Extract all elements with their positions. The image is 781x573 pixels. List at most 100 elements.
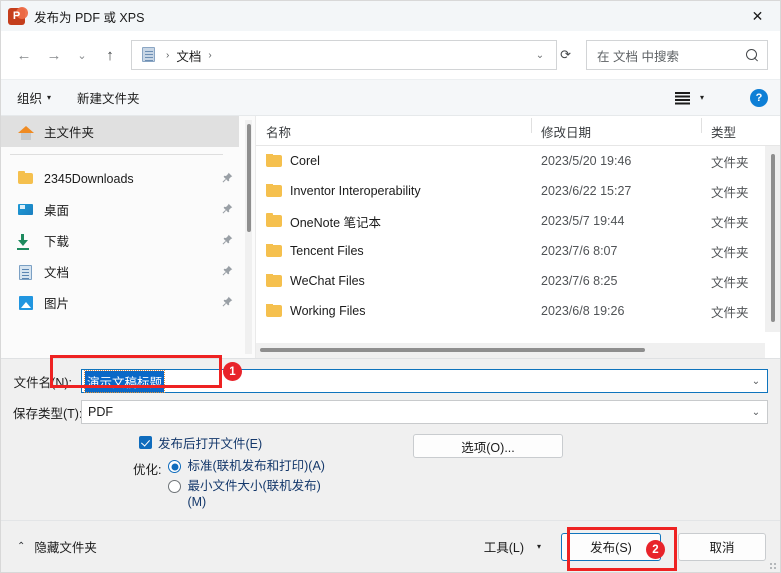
powerpoint-icon: P [8,6,28,25]
file-name-label: Corel [290,154,320,168]
optimize-standard-radio[interactable]: 标准(联机发布和打印)(A) [168,458,337,474]
column-header-name[interactable]: 名称 [256,122,531,141]
checkbox-checked-icon [139,436,152,449]
table-row[interactable]: OneNote 笔记本 2023/5/7 19:44 文件夹 [256,206,780,236]
pin-icon[interactable] [222,172,233,186]
chevron-down-icon[interactable]: ⌄ [745,370,767,392]
pin-icon[interactable] [222,296,233,310]
table-row[interactable]: WeChat Files 2023/7/6 8:25 文件夹 [256,266,780,296]
file-name-cell: Inventor Interoperability [256,184,531,198]
table-row[interactable]: Tencent Files 2023/7/6 8:07 文件夹 [256,236,780,266]
filename-input[interactable]: 演示文稿标题 ⌄ [81,369,768,393]
home-icon [17,123,35,141]
table-row[interactable]: Inventor Interoperability 2023/6/22 15:2… [256,176,780,206]
open-after-publish-checkbox[interactable]: 发布后打开文件(E) [139,433,393,452]
resize-grip[interactable] [767,560,777,570]
search-placeholder: 在 文档 中搜索 [597,49,679,64]
chevron-down-icon: ▾ [699,93,704,102]
sidebar-item-pictures[interactable]: 图片 [1,287,255,318]
table-row[interactable]: Working Files 2023/6/8 19:26 文件夹 [256,296,780,326]
horizontal-scrollbar-thumb[interactable] [260,348,645,352]
file-name-label: WeChat Files [290,274,365,288]
search-input[interactable]: 在 文档 中搜索 [586,40,768,70]
optimize-group: 优化: 标准(联机发布和打印)(A) 最小文件大小(联机发布)(M) [133,458,393,514]
breadcrumb-folder[interactable]: 文档 [174,46,203,65]
folder-icon [266,274,282,287]
table-row[interactable]: Corel 2023/5/20 19:46 文件夹 [256,146,780,176]
organize-button[interactable]: 组织 ▾ [17,88,51,107]
title-bar: P 发布为 PDF 或 XPS ✕ [1,1,780,31]
breadcrumb-separator-1: › [166,49,170,61]
help-icon[interactable]: ? [750,88,768,107]
file-name-cell: Corel [256,154,531,168]
filename-label: 文件名(N): [13,375,72,390]
navigation-pane: 主文件夹 2345Downloads 桌面 下载 文档 图片 [1,116,256,358]
publish-options-right: 选项(O)... [393,433,768,458]
column-headers: 名称 修改日期 类型 [256,116,780,146]
sidebar-item-home[interactable]: 主文件夹 [1,116,239,147]
desktop-icon [17,201,35,219]
chevron-down-icon: ▾ [47,93,52,102]
recent-locations-button[interactable]: ⌄ [69,40,95,70]
hide-folders-button[interactable]: ⌃ 隐藏文件夹 [17,537,97,556]
sidebar-item-2345downloads[interactable]: 2345Downloads [1,163,255,194]
annotation-badge-2: 2 [646,540,665,559]
options-button[interactable]: 选项(O)... [413,434,563,458]
refresh-icon[interactable]: ⟳ [557,47,578,63]
open-after-publish-label: 发布后打开文件(E) [158,437,263,451]
sidebar-item-label: 文档 [44,266,70,280]
file-rows: Corel 2023/5/20 19:46 文件夹 Inventor Inter… [256,146,780,343]
file-name-cell: OneNote 笔记本 [256,212,531,231]
radio-selected-icon [168,460,182,473]
address-bar[interactable]: › 文档 › ⌄ [131,40,558,70]
optimize-label: 优化: [133,463,162,477]
filename-row: 文件名(N): 演示文稿标题 ⌄ [13,369,768,393]
filetype-value: PDF [88,405,113,419]
back-button[interactable]: ← [9,40,39,70]
tools-button[interactable]: 工具(L) ▾ [484,537,541,556]
download-icon [16,232,35,250]
file-date-cell: 2023/5/20 19:46 [541,154,632,168]
file-name-cell: Working Files [256,304,531,318]
save-options-panel: 文件名(N): 演示文稿标题 ⌄ 保存类型(T): PDF ⌄ 发布后打开文件(… [1,358,780,520]
close-icon[interactable]: ✕ [735,1,780,31]
sidebar-item-documents[interactable]: 文档 [1,256,255,287]
vertical-scrollbar-thumb[interactable] [771,154,775,322]
sidebar-item-desktop[interactable]: 桌面 [1,194,255,225]
chevron-down-icon[interactable]: ⌄ [745,401,767,423]
sidebar-item-downloads[interactable]: 下载 [1,225,255,256]
chevron-down-icon[interactable]: ⌄ [528,50,552,61]
documents-icon [140,47,156,63]
up-button[interactable]: ↑ [95,40,125,70]
breadcrumb-separator-2[interactable]: › [203,50,216,61]
cancel-button[interactable]: 取消 [678,532,766,561]
sidebar-scrollbar-thumb[interactable] [247,124,251,232]
column-header-date[interactable]: 修改日期 [531,118,701,141]
pin-icon[interactable] [222,234,233,248]
forward-button[interactable]: → [39,40,69,70]
publish-pdf-dialog: P 发布为 PDF 或 XPS ✕ ← → ⌄ ↑ › 文档 › ⌄ ⟳ 在 文… [0,0,781,573]
optimize-minimum-radio[interactable]: 最小文件大小(联机发布)(M) [168,478,337,510]
folder-icon [17,170,35,188]
publish-options: 发布后打开文件(E) 优化: 标准(联机发布和打印)(A) 最小文件大小(联机发… [13,433,768,514]
file-list-horizontal-scrollbar[interactable] [256,343,765,358]
file-date-cell: 2023/6/8 19:26 [541,304,625,318]
filetype-select[interactable]: PDF ⌄ [81,400,768,424]
browser-body: 主文件夹 2345Downloads 桌面 下载 文档 图片 名称 修改日期 类… [1,115,780,358]
file-date-cell: 2023/6/22 15:27 [541,184,632,198]
column-header-type[interactable]: 类型 [701,118,780,141]
pictures-icon [17,294,35,312]
view-options-button[interactable]: ▾ [674,91,704,104]
optimize-minimum-label: 最小文件大小(联机发布)(M) [187,479,321,509]
file-name-cell: WeChat Files [256,274,531,288]
folder-icon [266,154,282,167]
pin-icon[interactable] [222,265,233,279]
pin-icon[interactable] [222,203,233,217]
sidebar-divider [10,154,223,155]
filetype-label: 保存类型(T): [13,406,83,421]
annotation-badge-1: 1 [223,362,242,381]
file-list: ⌃ 名称 修改日期 类型 Corel 2023/5/20 19:46 文件夹 [256,116,780,358]
new-folder-button[interactable]: 新建文件夹 [77,88,140,107]
file-date-cell: 2023/7/6 8:07 [541,244,618,258]
folder-icon [266,184,282,197]
